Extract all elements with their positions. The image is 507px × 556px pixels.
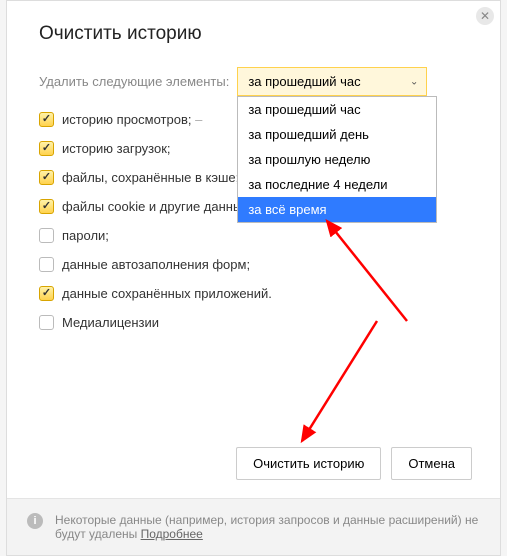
footer-notice: i Некоторые данные (например, история за… <box>7 498 500 555</box>
checkbox-7[interactable] <box>39 315 54 330</box>
check-row-5: данные автозаполнения форм; <box>39 257 472 272</box>
footer-text: Некоторые данные (например, история запр… <box>55 513 478 541</box>
check-row-7: Медиалицензии <box>39 315 472 330</box>
time-range-select[interactable]: за прошедший час ⌄ за прошедший час за п… <box>237 67 427 96</box>
page-title: Очистить историю <box>39 23 472 45</box>
checkbox-3[interactable] <box>39 199 54 214</box>
footer-link[interactable]: Подробнее <box>141 527 203 541</box>
option-day[interactable]: за прошедший день <box>238 122 436 147</box>
option-hour[interactable]: за прошедший час <box>238 97 436 122</box>
footer-text-wrap: Некоторые данные (например, история запр… <box>55 513 480 541</box>
dialog-content: Очистить историю Удалить следующие элеме… <box>7 1 500 435</box>
check-label-5: данные автозаполнения форм; <box>62 257 250 272</box>
check-label-0: историю просмотров; – <box>62 112 202 127</box>
select-box[interactable]: за прошедший час ⌄ <box>237 67 427 96</box>
checkbox-6[interactable] <box>39 286 54 301</box>
time-range-dropdown: за прошедший час за прошедший день за пр… <box>237 96 437 223</box>
select-value: за прошедший час <box>248 74 360 89</box>
clear-button[interactable]: Очистить историю <box>236 447 381 480</box>
check-row-6: данные сохранённых приложений. <box>39 286 472 301</box>
checkbox-2[interactable] <box>39 170 54 185</box>
check-label-7: Медиалицензии <box>62 315 159 330</box>
check-label-1: историю загрузок; <box>62 141 171 156</box>
cancel-button[interactable]: Отмена <box>391 447 472 480</box>
option-alltime[interactable]: за всё время <box>238 197 436 222</box>
checkbox-0[interactable] <box>39 112 54 127</box>
check-label-6: данные сохранённых приложений. <box>62 286 272 301</box>
clear-history-dialog: ✕ Очистить историю Удалить следующие эле… <box>6 0 501 556</box>
time-range-row: Удалить следующие элементы: за прошедший… <box>39 67 472 96</box>
check-row-4: пароли; <box>39 228 472 243</box>
check-extra-0: – <box>191 112 202 127</box>
chevron-down-icon: ⌄ <box>410 76 418 87</box>
checkbox-5[interactable] <box>39 257 54 272</box>
time-range-label: Удалить следующие элементы: <box>39 74 229 89</box>
option-4weeks[interactable]: за последние 4 недели <box>238 172 436 197</box>
option-week[interactable]: за прошлую неделю <box>238 147 436 172</box>
close-icon[interactable]: ✕ <box>476 7 494 25</box>
info-icon: i <box>27 513 43 529</box>
button-row: Очистить историю Отмена <box>7 435 500 498</box>
check-label-4: пароли; <box>62 228 109 243</box>
checkbox-4[interactable] <box>39 228 54 243</box>
checkbox-1[interactable] <box>39 141 54 156</box>
